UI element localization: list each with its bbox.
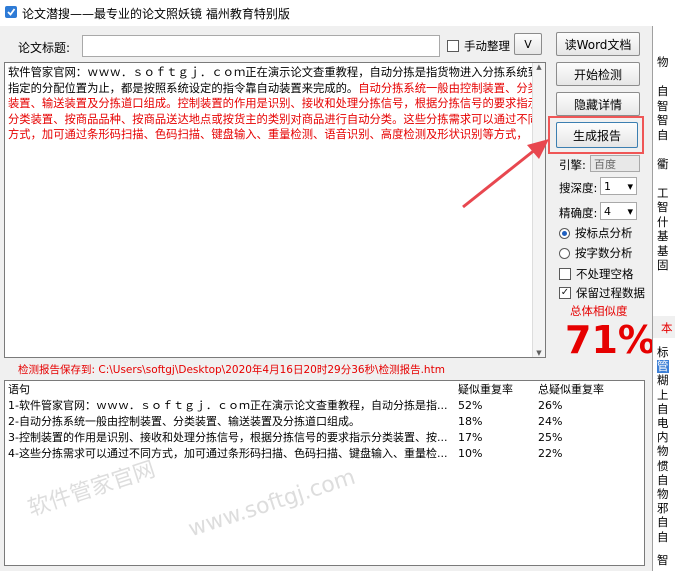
right-panel-lower-line: 邪 (657, 501, 669, 516)
table-cell-total: 22% (538, 446, 563, 460)
manual-checkbox[interactable] (447, 40, 459, 52)
right-panel-lower-line: 管 (657, 359, 669, 374)
depth-label: 搜深度: (559, 181, 598, 195)
right-panel-upper-line: 衢 (657, 156, 669, 171)
right-panel-middle-text: 本 (661, 321, 673, 335)
table-cell-rate: 17% (458, 430, 483, 444)
table-cell-rate: 52% (458, 398, 483, 412)
table-row[interactable]: 2-自动分拣系统一般由控制装置、分类装置、输送装置及分拣道口组成。 18% 24… (5, 413, 644, 429)
title-dropdown-button[interactable]: V (514, 33, 542, 55)
table-cell-sentence: 1-软件管家官网：ｗｗｗ．ｓｏｆｔｇｊ．ｃｏｍ正在演示论文查重教程，自动分拣是指… (8, 399, 448, 412)
table-row[interactable]: 4-这些分拣需求可以通过不同方式，加可通过条形码扫描、色码扫描、键盘输入、重量检… (5, 445, 644, 461)
manual-label: 手动整理 (464, 39, 510, 53)
table-cell-total: 26% (538, 398, 563, 412)
hide-details-button[interactable]: 隐藏详情 (556, 92, 640, 116)
right-panel-upper-line: 智 (657, 200, 669, 214)
table-cell-sentence: 4-这些分拣需求可以通过不同方式，加可通过条形码扫描、色码扫描、键盘输入、重量检… (8, 447, 448, 460)
chevron-down-icon: ▾ (627, 179, 633, 193)
right-panel-lower-line: 惯 (657, 458, 669, 473)
right-panel-upper-line: 工 (657, 185, 669, 200)
chevron-down-icon: ▾ (627, 204, 633, 218)
right-panel-lower-line: 物 (657, 487, 669, 501)
table-cell-total: 24% (538, 414, 563, 428)
keep-data-label: 保留过程数据 (576, 286, 645, 300)
precision-select[interactable]: 4 ▾ (600, 202, 637, 220)
precision-value: 4 (604, 204, 611, 218)
radio-chars-option[interactable]: 按字数分析 (559, 245, 633, 261)
table-cell-sentence: 2-自动分拣系统一般由控制装置、分类装置、输送装置及分拣道口组成。 (8, 415, 360, 428)
start-check-button[interactable]: 开始检测 (556, 62, 640, 86)
table-cell-sentence: 3-控制装置的作用是识别、接收和处理分拣信号，根据分拣信号的要求指示分类装置、按… (8, 431, 448, 444)
watermark-line-2: www.softgj.com (185, 464, 359, 543)
right-panel-bottom-text: 智 (657, 553, 669, 567)
engine-value: 百度 (594, 157, 616, 171)
right-panel-upper-line: 什 (657, 214, 669, 229)
depth-value: 1 (604, 179, 611, 193)
results-header-total[interactable]: 总疑似重复率 (535, 381, 644, 397)
radio-chars[interactable] (559, 247, 570, 259)
right-panel-upper-line: 智 (657, 113, 669, 127)
keep-data-option[interactable]: ✓ 保留过程数据 (559, 285, 645, 301)
right-panel-upper-line: 基 (657, 229, 669, 243)
right-panel-upper-line: 基 (657, 243, 669, 258)
title-input[interactable] (82, 35, 440, 57)
right-panel-lower-line: 电 (657, 416, 669, 430)
engine-select[interactable]: 百度 (590, 155, 640, 172)
no-blank-label: 不处理空格 (576, 267, 634, 281)
content-text: 软件管家官网：ｗｗｗ．ｓｏｆｔｇｊ．ｃｏｍ正在演示论文查重教程，自动分拣是指货物… (5, 63, 545, 145)
engine-label: 引擎: (559, 158, 586, 172)
precision-label: 精确度: (559, 206, 598, 220)
table-cell-total: 25% (538, 430, 563, 444)
right-panel-upper-line: 自 (657, 127, 669, 142)
title-bar: 论文潜搜——最专业的论文照妖镜 福州教育特别版 (0, 0, 675, 26)
read-word-button[interactable]: 读Word文档 (556, 32, 640, 56)
title-label: 论文标题: (18, 41, 71, 55)
radio-punct-label: 按标点分析 (575, 226, 633, 240)
radio-punct-option[interactable]: 按标点分析 (559, 225, 633, 241)
no-blank-checkbox[interactable] (559, 268, 571, 280)
right-panel-upper-line: 物 (657, 55, 669, 69)
right-panel-lower-line: 自 (657, 515, 669, 530)
results-panel[interactable]: 语句 疑似重复率 总疑似重复率 1-软件管家官网：ｗｗｗ．ｓｏｆｔｇｊ．ｃｏｍ正… (4, 380, 645, 566)
right-panel-lower-line: 自 (657, 472, 669, 487)
table-row[interactable]: 1-软件管家官网：ｗｗｗ．ｓｏｆｔｇｊ．ｃｏｍ正在演示论文查重教程，自动分拣是指… (5, 397, 644, 413)
similarity-value: 71% (565, 318, 656, 362)
radio-punct[interactable] (559, 227, 570, 239)
table-cell-rate: 18% (458, 414, 483, 428)
right-panel-lower-line: 上 (657, 387, 669, 402)
generate-report-button[interactable]: 生成报告 (556, 122, 638, 148)
results-header-row: 语句 疑似重复率 总疑似重复率 (5, 381, 644, 397)
arrow-annotation (462, 139, 549, 209)
table-row[interactable]: 3-控制装置的作用是识别、接收和处理分拣信号，根据分拣信号的要求指示分类装置、按… (5, 429, 644, 445)
right-panel-lower-line: 糊 (657, 373, 669, 388)
right-panel-upper-line: 自 (657, 84, 669, 98)
right-panel-middle-bar: 本 (653, 316, 675, 338)
results-header-rate[interactable]: 疑似重复率 (455, 381, 535, 397)
results-table: 语句 疑似重复率 总疑似重复率 1-软件管家官网：ｗｗｗ．ｓｏｆｔｇｊ．ｃｏｍ正… (5, 381, 644, 461)
right-side-panel: 物自智智自衢工智什基基固 本 标管糊上自电内物惯自物邪自自 智 (652, 26, 675, 571)
keep-data-checkbox[interactable]: ✓ (559, 287, 571, 299)
app-icon (5, 6, 17, 18)
right-panel-upper-line: 固 (657, 258, 669, 272)
right-panel-upper-line: 智 (657, 98, 669, 113)
right-panel-lower-line: 自 (657, 401, 669, 416)
results-header-sentence[interactable]: 语句 (5, 381, 455, 397)
right-panel-lower-line: 标 (657, 345, 669, 359)
similarity-label: 总体相似度 (570, 304, 628, 318)
right-panel-lower-line: 物 (657, 444, 669, 459)
table-cell-rate: 10% (458, 446, 483, 460)
report-path[interactable]: 检测报告保存到: C:\Users\softgj\Desktop\2020年4月… (18, 362, 445, 377)
radio-chars-label: 按字数分析 (575, 246, 633, 260)
right-panel-lower-line: 内 (657, 430, 669, 445)
depth-select[interactable]: 1 ▾ (600, 177, 637, 195)
window-title: 论文潜搜——最专业的论文照妖镜 福州教育特别版 (22, 7, 290, 21)
no-blank-option[interactable]: 不处理空格 (559, 266, 634, 282)
watermark-line-1: 软件管家官网 (25, 457, 159, 522)
manual-toggle[interactable]: 手动整理 (447, 38, 510, 54)
right-panel-lower-line: 自 (657, 529, 669, 544)
